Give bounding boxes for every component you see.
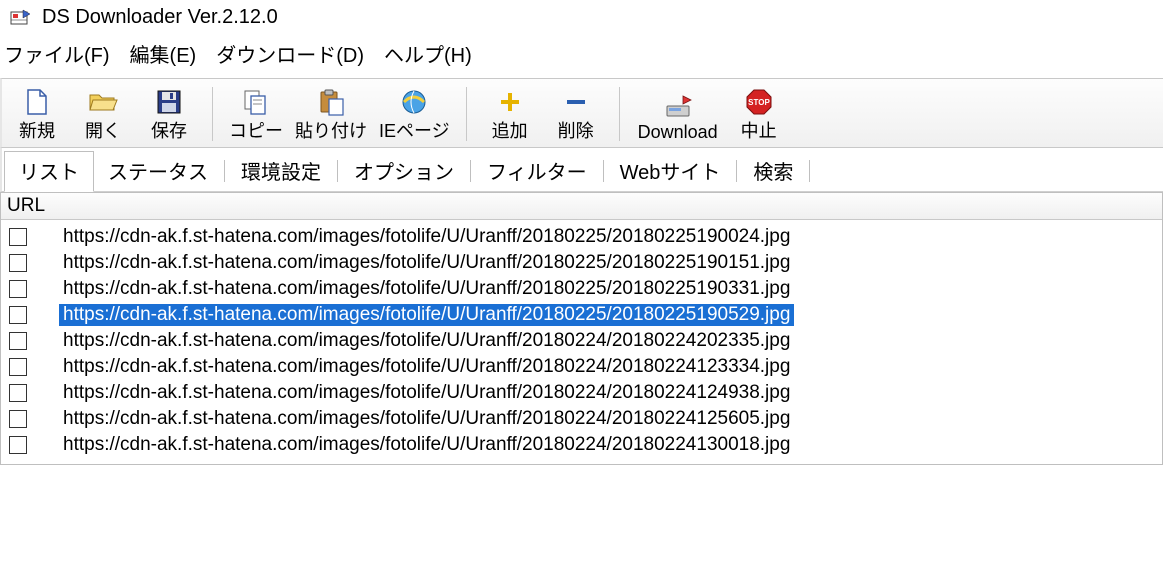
plus-icon xyxy=(498,87,522,117)
toolbar-open[interactable]: 開く xyxy=(70,83,136,145)
tab-filter[interactable]: フィルター xyxy=(473,152,601,191)
row-checkbox[interactable] xyxy=(9,358,27,376)
toolbar-stop-label: 中止 xyxy=(741,117,777,143)
row-url: https://cdn-ak.f.st-hatena.com/images/fo… xyxy=(59,356,794,378)
row-url: https://cdn-ak.f.st-hatena.com/images/fo… xyxy=(59,304,794,326)
tab-list[interactable]: リスト xyxy=(4,151,94,192)
row-checkbox-wrap xyxy=(9,280,59,298)
toolbar-separator xyxy=(619,87,620,141)
app-icon xyxy=(10,8,32,28)
toolbar-paste-label: 貼り付け xyxy=(295,117,367,143)
save-disk-icon xyxy=(156,87,182,117)
toolbar-save[interactable]: 保存 xyxy=(136,83,202,145)
row-checkbox[interactable] xyxy=(9,384,27,402)
row-checkbox-wrap xyxy=(9,436,59,454)
toolbar-download-label: Download xyxy=(638,122,718,143)
list-row[interactable]: https://cdn-ak.f.st-hatena.com/images/fo… xyxy=(1,250,1162,276)
row-url: https://cdn-ak.f.st-hatena.com/images/fo… xyxy=(59,408,794,430)
list-row[interactable]: https://cdn-ak.f.st-hatena.com/images/fo… xyxy=(1,380,1162,406)
row-url: https://cdn-ak.f.st-hatena.com/images/fo… xyxy=(59,278,794,300)
list-row[interactable]: https://cdn-ak.f.st-hatena.com/images/fo… xyxy=(1,354,1162,380)
list-panel: URL https://cdn-ak.f.st-hatena.com/image… xyxy=(0,192,1163,465)
toolbar-add-label: 追加 xyxy=(492,117,528,143)
toolbar-download[interactable]: Download xyxy=(630,83,726,145)
row-url: https://cdn-ak.f.st-hatena.com/images/fo… xyxy=(59,434,794,456)
toolbar-copy-label: コピー xyxy=(229,117,283,143)
toolbar-new[interactable]: 新規 xyxy=(4,83,70,145)
row-checkbox-wrap xyxy=(9,306,59,324)
list-row[interactable]: https://cdn-ak.f.st-hatena.com/images/fo… xyxy=(1,224,1162,250)
download-icon xyxy=(663,92,693,122)
row-url: https://cdn-ak.f.st-hatena.com/images/fo… xyxy=(59,226,794,248)
open-folder-icon xyxy=(88,87,118,117)
tab-separator xyxy=(736,160,737,182)
row-checkbox[interactable] xyxy=(9,228,27,246)
tab-separator xyxy=(470,160,471,182)
tab-options[interactable]: オプション xyxy=(340,152,468,191)
svg-text:STOP: STOP xyxy=(748,98,770,107)
toolbar-separator xyxy=(212,87,213,141)
list-row[interactable]: https://cdn-ak.f.st-hatena.com/images/fo… xyxy=(1,276,1162,302)
row-checkbox-wrap xyxy=(9,358,59,376)
row-checkbox[interactable] xyxy=(9,332,27,350)
row-url: https://cdn-ak.f.st-hatena.com/images/fo… xyxy=(59,252,794,274)
row-url: https://cdn-ak.f.st-hatena.com/images/fo… xyxy=(59,382,794,404)
tab-status[interactable]: ステータス xyxy=(94,152,222,191)
tab-separator xyxy=(603,160,604,182)
toolbar-copy[interactable]: コピー xyxy=(223,83,289,145)
toolbar-new-label: 新規 xyxy=(19,117,55,143)
tab-env[interactable]: 環境設定 xyxy=(227,152,335,191)
list-row[interactable]: https://cdn-ak.f.st-hatena.com/images/fo… xyxy=(1,432,1162,458)
window-title: DS Downloader Ver.2.12.0 xyxy=(42,6,278,29)
list-row[interactable]: https://cdn-ak.f.st-hatena.com/images/fo… xyxy=(1,406,1162,432)
toolbar-delete[interactable]: 削除 xyxy=(543,83,609,145)
tab-separator xyxy=(224,160,225,182)
list-row[interactable]: https://cdn-ak.f.st-hatena.com/images/fo… xyxy=(1,328,1162,354)
titlebar: DS Downloader Ver.2.12.0 xyxy=(0,0,1163,33)
menubar: ファイル(F) 編集(E) ダウンロード(D) ヘルプ(H) xyxy=(0,33,1163,78)
toolbar-separator xyxy=(466,87,467,141)
row-checkbox-wrap xyxy=(9,228,59,246)
list-column-header-url[interactable]: URL xyxy=(1,193,1162,220)
copy-icon xyxy=(242,87,270,117)
minus-icon xyxy=(564,87,588,117)
menu-file[interactable]: ファイル(F) xyxy=(4,39,110,68)
menu-download[interactable]: ダウンロード(D) xyxy=(216,39,364,68)
tab-separator xyxy=(809,160,810,182)
tab-search[interactable]: 検索 xyxy=(739,152,807,191)
menu-edit[interactable]: 編集(E) xyxy=(130,39,197,68)
toolbar-iepage[interactable]: IEページ xyxy=(373,83,456,145)
tabstrip: リスト ステータス 環境設定 オプション フィルター Webサイト 検索 xyxy=(0,148,1163,192)
row-checkbox[interactable] xyxy=(9,436,27,454)
toolbar-paste[interactable]: 貼り付け xyxy=(289,83,373,145)
list-row[interactable]: https://cdn-ak.f.st-hatena.com/images/fo… xyxy=(1,302,1162,328)
toolbar-save-label: 保存 xyxy=(151,117,187,143)
toolbar-open-label: 開く xyxy=(85,117,121,143)
row-checkbox-wrap xyxy=(9,410,59,428)
toolbar-add[interactable]: 追加 xyxy=(477,83,543,145)
row-checkbox[interactable] xyxy=(9,410,27,428)
row-checkbox[interactable] xyxy=(9,280,27,298)
row-checkbox-wrap xyxy=(9,384,59,402)
new-file-icon xyxy=(25,87,49,117)
row-checkbox[interactable] xyxy=(9,254,27,272)
row-checkbox[interactable] xyxy=(9,306,27,324)
paste-icon xyxy=(317,87,345,117)
toolbar: 新規 開く 保存 xyxy=(0,78,1163,148)
tab-separator xyxy=(337,160,338,182)
row-checkbox-wrap xyxy=(9,254,59,272)
ie-icon xyxy=(400,87,428,117)
tab-website[interactable]: Webサイト xyxy=(606,152,735,191)
row-url: https://cdn-ak.f.st-hatena.com/images/fo… xyxy=(59,330,794,352)
list-body: https://cdn-ak.f.st-hatena.com/images/fo… xyxy=(1,220,1162,464)
toolbar-iepage-label: IEページ xyxy=(379,117,450,143)
menu-help[interactable]: ヘルプ(H) xyxy=(384,39,472,68)
row-checkbox-wrap xyxy=(9,332,59,350)
toolbar-stop[interactable]: STOP 中止 xyxy=(726,83,792,145)
toolbar-delete-label: 削除 xyxy=(558,117,594,143)
stop-icon: STOP xyxy=(745,87,773,117)
